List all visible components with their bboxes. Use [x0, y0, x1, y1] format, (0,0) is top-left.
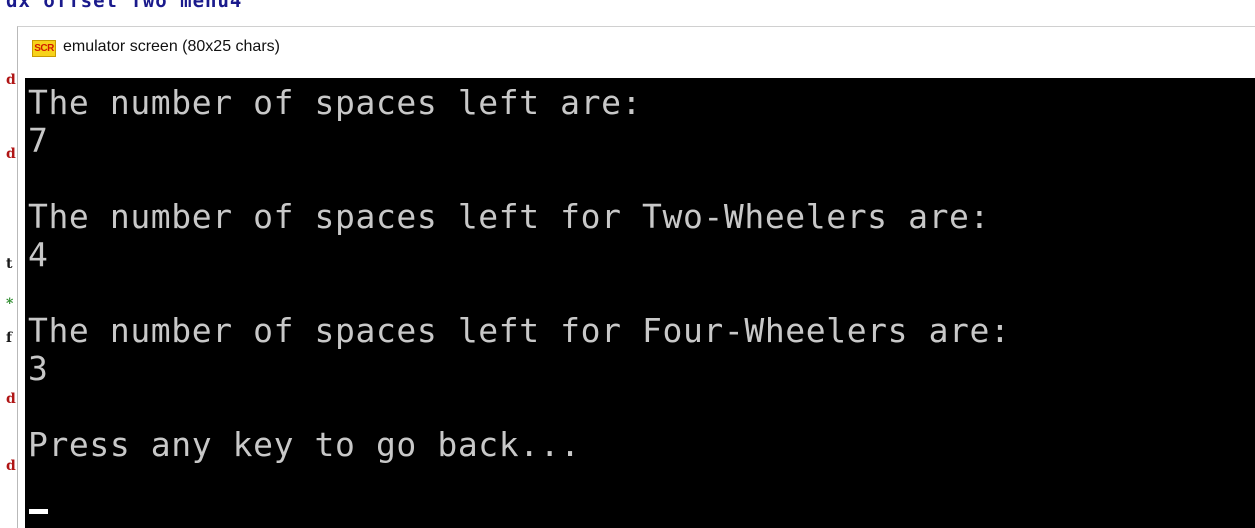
app-icon-label: SCR: [34, 42, 54, 54]
gutter-marker: f: [6, 330, 13, 346]
gutter-marker: d: [6, 146, 16, 162]
screen-line: Press any key to go back...: [28, 425, 581, 464]
screen-line: The number of spaces left for Two-Wheele…: [28, 197, 990, 236]
emulator-app-icon[interactable]: SCR: [32, 40, 56, 57]
gutter-marker: d: [6, 391, 16, 407]
background-code-line: dx offset Two menu4: [6, 0, 243, 12]
screen-line: The number of spaces left are:: [28, 83, 643, 122]
emulator-screen[interactable]: The number of spaces left are: 7 The num…: [25, 78, 1255, 528]
gutter-marker: t: [6, 256, 13, 272]
emulator-screen-window[interactable]: SCR emulator screen (80x25 chars) The nu…: [17, 26, 1255, 528]
gutter-marker: d: [6, 72, 16, 88]
window-title: emulator screen (80x25 chars): [63, 38, 280, 55]
text-cursor: [29, 509, 48, 514]
screen-line: 7: [28, 121, 49, 160]
screen-line: The number of spaces left for Four-Wheel…: [28, 311, 1011, 350]
gutter-marker: *: [6, 296, 14, 312]
gutter-marker: d: [6, 458, 16, 474]
window-titlebar[interactable]: SCR emulator screen (80x25 chars): [18, 27, 1255, 78]
screen-line: 3: [28, 349, 49, 388]
screen-line: 4: [28, 235, 49, 274]
